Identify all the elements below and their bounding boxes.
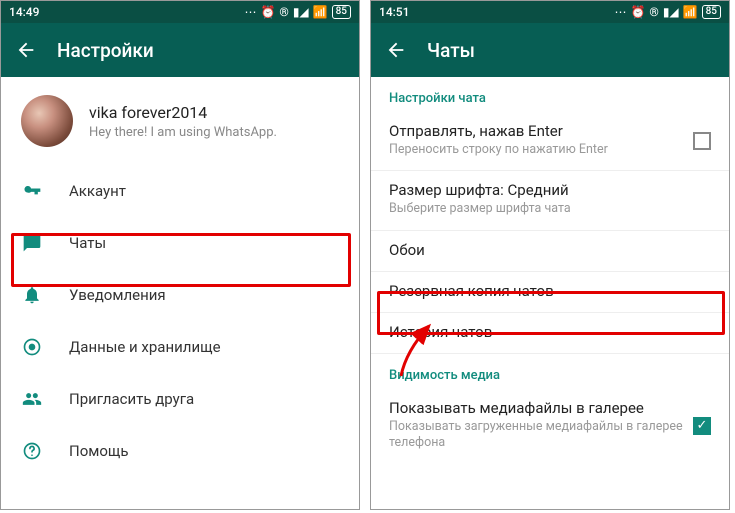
row-backup[interactable]: Резервная копия чатов	[371, 272, 729, 312]
key-icon	[21, 181, 43, 201]
menu-label: Данные и хранилище	[69, 338, 221, 356]
alarm-icon: ⏰	[630, 5, 645, 19]
norotate-icon: ®	[649, 5, 658, 19]
setting-title: Обои	[389, 241, 711, 259]
data-icon	[21, 337, 43, 357]
row-enter-send[interactable]: Отправлять, нажав Enter Переносить строк…	[371, 112, 729, 170]
profile-status: Hey there! I am using WhatsApp.	[89, 125, 277, 140]
appbar-title: Чаты	[427, 39, 475, 62]
back-icon[interactable]	[385, 39, 407, 61]
battery-icon: 85	[332, 5, 351, 19]
menu-label: Пригласить друга	[69, 390, 194, 408]
alarm-icon: ⏰	[260, 5, 275, 19]
status-time: 14:49	[9, 5, 39, 19]
row-font-size[interactable]: Размер шрифта: Средний Выберите размер ш…	[371, 171, 729, 229]
wifi-icon: ▮◢	[663, 5, 679, 19]
avatar	[21, 95, 73, 147]
menu-notifications[interactable]: Уведомления	[1, 269, 359, 321]
setting-title: Размер шрифта: Средний	[389, 181, 711, 199]
status-bar: 14:51 ⋯ ⏰ ® ▮◢ 📶 85	[371, 1, 729, 23]
screen-chats-settings: 14:51 ⋯ ⏰ ® ▮◢ 📶 85 Чаты Настройки чата …	[370, 0, 730, 510]
menu-invite[interactable]: Пригласить друга	[1, 373, 359, 425]
menu-label: Уведомления	[69, 286, 166, 304]
menu-label: Помощь	[69, 442, 129, 460]
setting-sub: Переносить строку по нажатию Enter	[389, 142, 711, 158]
checkbox-checked[interactable]: ✓	[693, 417, 711, 435]
menu-chats[interactable]: Чаты	[1, 217, 359, 269]
norotate-icon: ®	[279, 5, 288, 19]
wifi-icon: ▮◢	[293, 5, 309, 19]
battery-icon: 85	[702, 5, 721, 19]
setting-title: История чатов	[389, 323, 711, 341]
signal-icon: 📶	[313, 5, 328, 19]
menu-help[interactable]: Помощь	[1, 425, 359, 477]
section-media-visibility: Видимость медиа	[371, 354, 729, 389]
setting-title: Резервная копия чатов	[389, 282, 711, 300]
status-time: 14:51	[379, 5, 409, 19]
setting-title: Показывать медиафайлы в галерее	[389, 399, 711, 417]
app-bar: Чаты	[371, 23, 729, 77]
status-bar: 14:49 ⋯ ⏰ ® ▮◢ 📶 85	[1, 1, 359, 23]
setting-title: Отправлять, нажав Enter	[389, 122, 711, 140]
profile-row[interactable]: vika forever2014 Hey there! I am using W…	[1, 77, 359, 165]
row-media-visibility[interactable]: Показывать медиафайлы в галерее Показыва…	[371, 389, 729, 464]
setting-sub: Выберите размер шрифта чата	[389, 201, 711, 217]
bell-icon	[21, 285, 43, 305]
status-icons: ⋯ ⏰ ® ▮◢ 📶 85	[614, 5, 721, 19]
menu-data-storage[interactable]: Данные и хранилище	[1, 321, 359, 373]
menu-account[interactable]: Аккаунт	[1, 165, 359, 217]
signal-icon: 📶	[683, 5, 698, 19]
menu-label: Аккаунт	[69, 182, 126, 200]
help-icon	[21, 441, 43, 461]
screen-settings: 14:49 ⋯ ⏰ ® ▮◢ 📶 85 Настройки vika forev…	[0, 0, 360, 510]
row-history[interactable]: История чатов	[371, 313, 729, 353]
appbar-title: Настройки	[57, 39, 154, 62]
menu-label: Чаты	[69, 234, 106, 252]
app-bar: Настройки	[1, 23, 359, 77]
invite-icon	[21, 389, 43, 409]
status-icons: ⋯ ⏰ ® ▮◢ 📶 85	[244, 5, 351, 19]
back-icon[interactable]	[15, 39, 37, 61]
setting-sub: Показывать загруженные медиафайлы в гале…	[389, 419, 711, 452]
chat-icon	[21, 233, 43, 253]
section-chat-settings: Настройки чата	[371, 77, 729, 112]
row-wallpaper[interactable]: Обои	[371, 231, 729, 271]
profile-name: vika forever2014	[89, 103, 277, 122]
checkbox-unchecked[interactable]	[693, 132, 711, 150]
